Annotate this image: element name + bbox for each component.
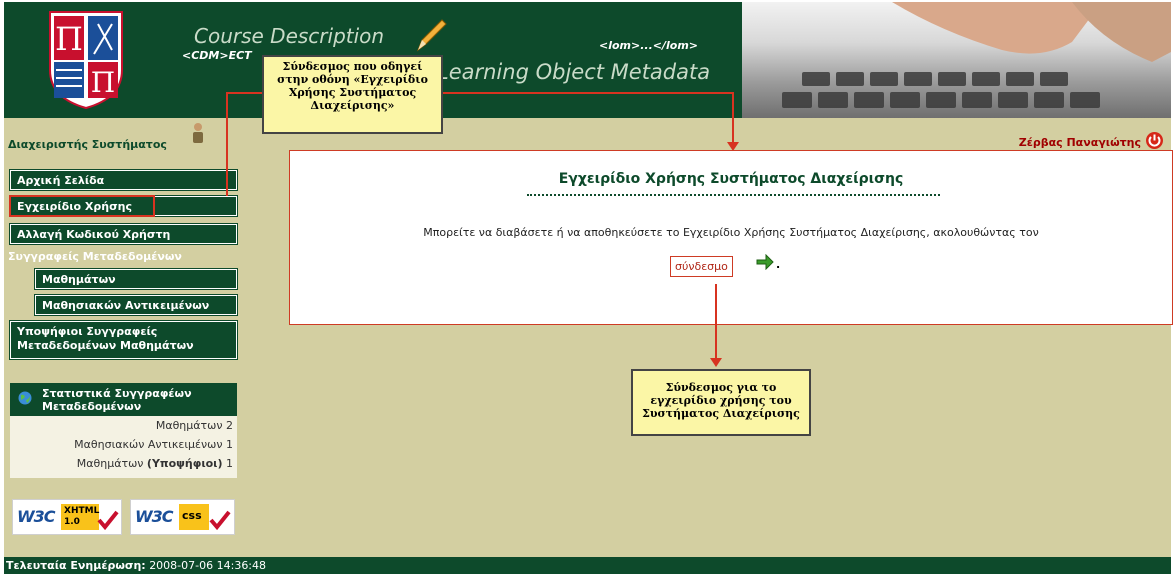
stat-row: Μαθημάτων (Υποψήφιοι) 1 xyxy=(10,454,237,473)
checkmark-icon xyxy=(97,510,119,530)
content-text: Μπορείτε να διαβάσετε ή να αποθηκεύσετε … xyxy=(423,226,1039,239)
stat-suffix: (Υποψήφιοι) xyxy=(146,457,223,470)
annotation-line xyxy=(226,92,228,196)
title-separator xyxy=(527,194,940,196)
green-arrow-icon[interactable] xyxy=(756,254,774,270)
user-name: Ζέρβας Παναγιώτης xyxy=(1018,136,1141,149)
logout-icon[interactable] xyxy=(1146,132,1163,149)
lom-title: Learning Object Metadata xyxy=(437,60,711,84)
stat-label: Μαθησιακών Αντικειμένων xyxy=(74,438,223,451)
annotation-callout-bottom: Σύνδεσμος για το εγχειρίδιο χρήσης του Σ… xyxy=(631,369,811,436)
admin-label: Διαχειριστής Συστήματος xyxy=(8,138,167,151)
w3c-logo: W3C xyxy=(135,507,174,526)
globe-icon xyxy=(18,391,32,405)
nav-change-password-button[interactable]: Αλλαγή Κωδικού Χρήστη xyxy=(9,223,238,245)
lom-tag: <lom>...</lom> xyxy=(599,39,698,52)
last-update-label: Τελευταία Ενημέρωση: xyxy=(6,559,146,572)
manual-download-link[interactable]: σύνδεσμο xyxy=(670,256,733,277)
stats-header: Στατιστικά Συγγραφέων Μεταδεδομένων xyxy=(10,383,237,416)
annotation-line xyxy=(226,92,262,94)
stat-label: Μαθημάτων xyxy=(155,419,223,432)
w3c-css-badge[interactable]: W3C css xyxy=(130,499,235,535)
stat-value: 2 xyxy=(226,419,233,432)
link-trailing-dot: . xyxy=(776,258,781,271)
last-update-timestamp: 2008-07-06 14:36:48 xyxy=(149,559,267,572)
annotation-arrow-icon xyxy=(727,142,739,151)
annotation-line xyxy=(732,92,734,147)
stat-label: Μαθημάτων xyxy=(76,457,144,470)
w3c-logo: W3C xyxy=(17,507,56,526)
stat-row: Μαθημάτων 2 xyxy=(10,416,237,435)
xhtml-version: 1.0 xyxy=(64,517,80,527)
svg-text:Π: Π xyxy=(55,20,83,58)
nav-candidate-authors-button[interactable]: Υποψήφιοι Συγγραφείς Μεταδεδομένων Μαθημ… xyxy=(9,320,238,360)
stat-value: 1 xyxy=(226,457,233,470)
keyboard-photo xyxy=(742,2,1171,118)
svg-text:Π: Π xyxy=(91,66,115,99)
footer-bar: Τελευταία Ενημέρωση: 2008-07-06 14:36:48 xyxy=(4,557,1171,574)
xhtml-badge-label: XHTML 1.0 xyxy=(61,504,99,530)
checkmark-icon xyxy=(209,510,231,530)
nav-object-authors-button[interactable]: Μαθησιακών Αντικειμένων xyxy=(34,294,238,316)
stat-row: Μαθησιακών Αντικειμένων 1 xyxy=(10,435,237,454)
xhtml-label: XHTML xyxy=(64,506,100,516)
css-badge-label: css xyxy=(179,504,209,530)
nav-authors-heading: Συγγραφείς Μεταδεδομένων xyxy=(8,250,182,263)
w3c-xhtml-badge[interactable]: W3C XHTML 1.0 xyxy=(12,499,122,535)
stat-value: 1 xyxy=(226,438,233,451)
stats-title: Στατιστικά Συγγραφέων Μεταδεδομένων xyxy=(42,387,192,413)
app-frame: Π Π Course Description <CDM>ECT <lom>...… xyxy=(4,2,1173,574)
annotation-line xyxy=(443,92,734,94)
admin-user-icon xyxy=(193,123,203,143)
annotation-callout-top: Σύνδεσμος που οδηγεί στην οθόνη «Εγχειρί… xyxy=(262,55,443,134)
annotation-line xyxy=(715,284,717,362)
nav-course-authors-button[interactable]: Μαθημάτων xyxy=(34,268,238,290)
university-logo-icon: Π Π xyxy=(49,11,123,110)
stats-panel: Στατιστικά Συγγραφέων Μεταδεδομένων Μαθη… xyxy=(10,383,237,478)
cdm-title: Course Description xyxy=(194,24,385,48)
nav-home-button[interactable]: Αρχική Σελίδα xyxy=(9,169,238,191)
content-panel: Εγχειρίδιο Χρήσης Συστήματος Διαχείρισης… xyxy=(289,150,1173,325)
cdm-tag: <CDM>ECT xyxy=(182,49,252,62)
annotation-arrow-icon xyxy=(710,358,722,367)
header-bottom-strip xyxy=(4,118,1171,141)
pencil-icon xyxy=(416,19,447,52)
highlight-manual-nav xyxy=(9,195,155,217)
page-title: Εγχειρίδιο Χρήσης Συστήματος Διαχείρισης xyxy=(558,171,904,187)
